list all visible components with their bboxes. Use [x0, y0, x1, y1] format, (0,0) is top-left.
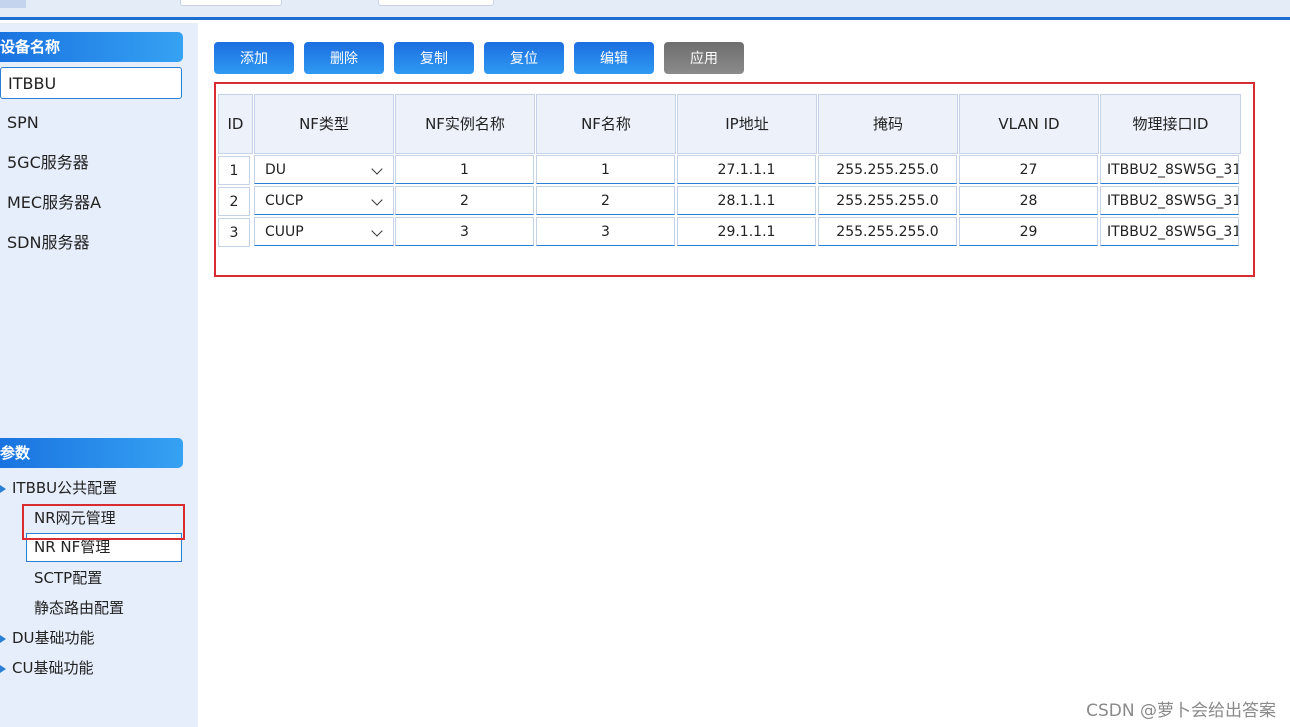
row-1-nf-type-select[interactable]: DU — [254, 155, 394, 184]
select-value: CUCP — [265, 193, 304, 209]
device-item-sdn[interactable]: SDN服务器 — [0, 227, 182, 259]
row-1-instance-input[interactable]: 1 — [395, 155, 534, 184]
row-1-port-input[interactable]: ITBBU2_8SW5G_31 — [1100, 155, 1239, 184]
top-tab-2[interactable] — [378, 0, 494, 6]
reset-button[interactable]: 复位 — [484, 42, 564, 74]
highlight-box-nr-nf — [22, 504, 185, 540]
row-2-ip-input[interactable]: 28.1.1.1 — [677, 186, 816, 215]
row-1-mask-input[interactable]: 255.255.255.0 — [818, 155, 957, 184]
row-3-vlan-input[interactable]: 29 — [959, 217, 1098, 246]
device-item-5gc[interactable]: 5GC服务器 — [0, 147, 182, 179]
watermark: CSDN @萝卜会给出答案 — [1086, 701, 1276, 721]
tree-node-label: CU基础功能 — [12, 659, 94, 677]
row-2-mask-input[interactable]: 255.255.255.0 — [818, 186, 957, 215]
add-button[interactable]: 添加 — [214, 42, 294, 74]
app-logo — [0, 0, 26, 8]
select-value: DU — [265, 162, 287, 178]
row-1-ip-input[interactable]: 27.1.1.1 — [677, 155, 816, 184]
row-1-vlan-input[interactable]: 27 — [959, 155, 1098, 184]
row-2-name-input[interactable]: 2 — [536, 186, 675, 215]
row-3-nf-type-select[interactable]: CUUP — [254, 217, 394, 246]
col-header-vlan: VLAN ID — [959, 94, 1099, 154]
col-header-mask: 掩码 — [818, 94, 958, 154]
row-1-id: 1 — [218, 156, 250, 185]
edit-button[interactable]: 编辑 — [574, 42, 654, 74]
expand-arrow-icon[interactable] — [0, 634, 6, 643]
device-item-itbbu[interactable]: ITBBU — [0, 67, 182, 99]
tree-node-cu-basic[interactable]: CU基础功能 — [0, 656, 93, 680]
device-item-spn[interactable]: SPN — [0, 107, 182, 139]
col-header-ip: IP地址 — [677, 94, 817, 154]
row-2-instance-input[interactable]: 2 — [395, 186, 534, 215]
chevron-down-icon — [371, 194, 383, 206]
row-1-name-input[interactable]: 1 — [536, 155, 675, 184]
device-item-mec[interactable]: MEC服务器A — [0, 187, 182, 219]
col-header-id: ID — [218, 94, 253, 154]
tree-node-public-config[interactable]: ITBBU公共配置 — [0, 476, 117, 500]
copy-button[interactable]: 复制 — [394, 42, 474, 74]
col-header-port: 物理接口ID — [1100, 94, 1241, 154]
tree-node-label: ITBBU公共配置 — [12, 479, 118, 497]
row-3-ip-input[interactable]: 29.1.1.1 — [677, 217, 816, 246]
row-3-port-input[interactable]: ITBBU2_8SW5G_31 — [1100, 217, 1239, 246]
tree-leaf-sctp[interactable]: SCTP配置 — [34, 566, 102, 590]
row-2-nf-type-select[interactable]: CUCP — [254, 186, 394, 215]
expand-arrow-icon[interactable] — [0, 664, 6, 673]
top-tab-1[interactable] — [180, 0, 282, 6]
tree-node-label: DU基础功能 — [12, 629, 95, 647]
tree-node-du-basic[interactable]: DU基础功能 — [0, 626, 95, 650]
chevron-down-icon — [371, 225, 383, 237]
col-header-nf-name: NF名称 — [536, 94, 676, 154]
chevron-down-icon — [371, 163, 383, 175]
select-value: CUUP — [265, 224, 304, 240]
delete-button[interactable]: 删除 — [304, 42, 384, 74]
col-header-nf-type: NF类型 — [254, 94, 394, 154]
row-2-vlan-input[interactable]: 28 — [959, 186, 1098, 215]
row-2-id: 2 — [218, 187, 250, 216]
row-3-instance-input[interactable]: 3 — [395, 217, 534, 246]
col-header-instance-name: NF实例名称 — [395, 94, 535, 154]
tree-leaf-static-route[interactable]: 静态路由配置 — [34, 596, 124, 620]
row-2-port-input[interactable]: ITBBU2_8SW5G_31 — [1100, 186, 1239, 215]
row-3-mask-input[interactable]: 255.255.255.0 — [818, 217, 957, 246]
row-3-id: 3 — [218, 218, 250, 247]
row-3-name-input[interactable]: 3 — [536, 217, 675, 246]
param-header: 参数 — [0, 438, 183, 468]
expand-arrow-icon[interactable] — [0, 484, 6, 493]
top-bar — [0, 0, 1290, 20]
device-list-header: 设备名称 — [0, 32, 183, 62]
apply-button[interactable]: 应用 — [664, 42, 744, 74]
